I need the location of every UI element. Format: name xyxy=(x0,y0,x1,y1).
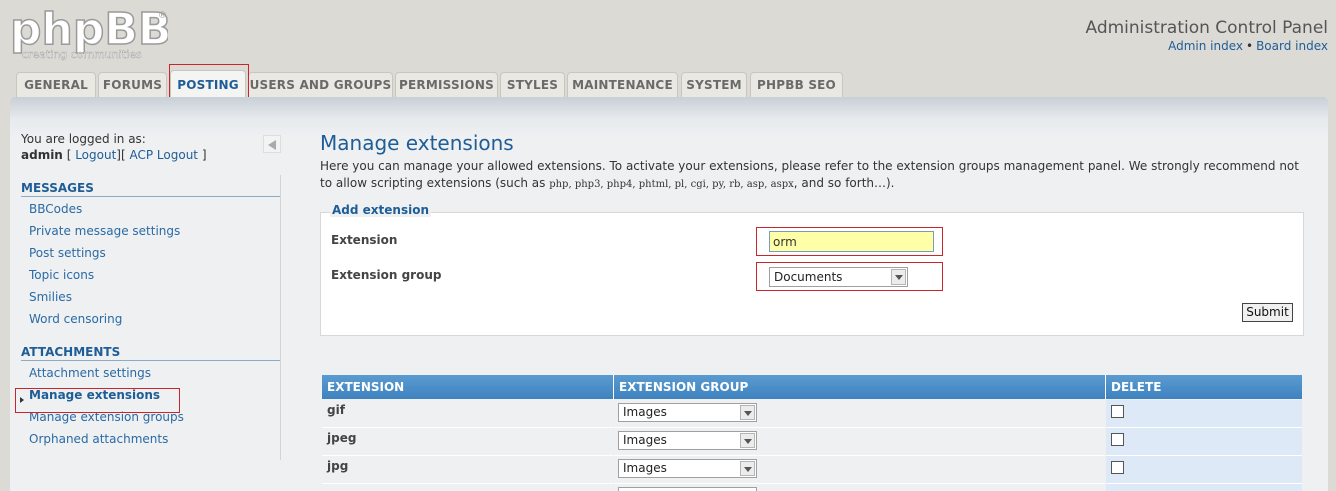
bracket-mid: ][ xyxy=(116,148,126,162)
delete-checkbox[interactable] xyxy=(1111,405,1124,418)
row-group-select[interactable]: Images xyxy=(618,431,757,450)
page-title: Manage extensions xyxy=(320,131,514,155)
chevron-down-icon xyxy=(740,405,755,420)
sidebar-item-topic-icons[interactable]: Topic icons xyxy=(21,264,281,286)
row-delete-cell xyxy=(1106,428,1302,456)
add-extension-legend: Add extension xyxy=(330,203,431,217)
main-content: Manage extensions Here you can manage yo… xyxy=(320,131,1304,193)
row-group-select-partial[interactable] xyxy=(618,487,757,491)
board-index-link[interactable]: Board index xyxy=(1256,39,1328,53)
username: admin xyxy=(21,148,63,162)
acp-title: Administration Control Panel xyxy=(1085,18,1328,38)
row-group-cell: Images xyxy=(614,456,1105,484)
row-group-value: Images xyxy=(623,405,667,419)
extension-group-label: Extension group xyxy=(331,268,442,282)
sidebar-divider xyxy=(280,175,281,460)
tab-phpbb-seo[interactable]: PHPBB SEO xyxy=(750,72,843,98)
sidebar-item-smilies[interactable]: Smilies xyxy=(21,286,281,308)
table-row: jpeg Images xyxy=(322,428,1302,456)
description-suffix: , and so forth…). xyxy=(793,176,895,190)
acp-logout-link[interactable]: ACP Logout xyxy=(130,148,199,162)
row-extension: gif xyxy=(322,400,613,428)
row-group-value: Images xyxy=(623,433,667,447)
header-links: Admin index • Board index xyxy=(1168,39,1328,53)
description-line1: Here you can manage your allowed extensi… xyxy=(320,159,1299,173)
menu-heading-messages: MESSAGES xyxy=(21,181,280,197)
table-row: gif Images xyxy=(322,400,1302,428)
link-separator: • xyxy=(1246,39,1254,53)
sidebar-item-orphaned-attachments[interactable]: Orphaned attachments xyxy=(21,428,281,450)
sidebar-item-private-message-settings[interactable]: Private message settings xyxy=(21,220,281,242)
table-row: jpg Images xyxy=(322,456,1302,484)
phpbb-logo[interactable]: phpBB ® creating communities xyxy=(8,4,168,62)
row-delete-cell xyxy=(1106,456,1302,484)
collapse-sidebar-icon[interactable] xyxy=(263,135,281,153)
admin-index-link[interactable]: Admin index xyxy=(1168,39,1243,53)
svg-text:®: ® xyxy=(158,11,167,21)
tab-forums[interactable]: FORUMS xyxy=(98,72,167,98)
sidebar-item-bbcodes[interactable]: BBCodes xyxy=(21,198,281,220)
tab-general[interactable]: GENERAL xyxy=(16,72,96,98)
row-group-cell-partial xyxy=(614,484,1105,491)
tab-system[interactable]: SYSTEM xyxy=(681,72,747,98)
row-group-select[interactable]: Images xyxy=(618,403,757,422)
row-extension-partial xyxy=(322,484,613,491)
row-group-select[interactable]: Images xyxy=(618,459,757,478)
extension-label: Extension xyxy=(331,233,398,247)
row-group-cell: Images xyxy=(614,428,1105,456)
description-codes: php, php3, php4, phtml, pl, cgi, py, rb,… xyxy=(549,179,794,190)
description-prefix: to allow scripting extensions (such as xyxy=(320,176,550,190)
manage-extensions-highlight xyxy=(15,388,180,413)
bracket-open: [ xyxy=(66,148,72,162)
row-group-value: Images xyxy=(623,461,667,475)
menu-heading-attachments: ATTACHMENTS xyxy=(21,345,280,361)
tab-maintenance[interactable]: MAINTENANCE xyxy=(567,72,678,98)
row-delete-cell-partial xyxy=(1106,484,1302,491)
table-row-partial xyxy=(322,484,1302,491)
row-delete-cell xyxy=(1106,400,1302,428)
header-extension-group: EXTENSION GROUP xyxy=(614,375,1106,399)
extension-group-highlight xyxy=(756,262,943,291)
tab-permissions[interactable]: PERMISSIONS xyxy=(395,72,498,98)
page-description: Here you can manage your allowed extensi… xyxy=(320,158,1304,193)
logged-in-label: You are logged in as: xyxy=(21,132,146,146)
sidebar-item-word-censoring[interactable]: Word censoring xyxy=(21,308,281,330)
logged-in-info: You are logged in as: admin [ Logout][ A… xyxy=(21,131,281,163)
logout-link[interactable]: Logout xyxy=(75,148,116,162)
header-delete: DELETE xyxy=(1111,380,1162,394)
delete-checkbox[interactable] xyxy=(1111,461,1124,474)
row-extension: jpg xyxy=(322,456,613,484)
svg-text:creating communities: creating communities xyxy=(22,48,142,61)
delete-checkbox[interactable] xyxy=(1111,433,1124,446)
extension-input-highlight xyxy=(756,227,943,256)
row-group-cell: Images xyxy=(614,400,1105,428)
submit-button[interactable]: Submit xyxy=(1242,303,1293,322)
row-extension: jpeg xyxy=(322,428,613,456)
chevron-down-icon xyxy=(740,461,755,476)
sidebar-item-attachment-settings[interactable]: Attachment settings xyxy=(21,362,281,384)
table-header: EXTENSION EXTENSION GROUP DELETE xyxy=(322,375,1302,399)
sidebar-item-post-settings[interactable]: Post settings xyxy=(21,242,281,264)
chevron-down-icon xyxy=(740,433,755,448)
tab-users-and-groups[interactable]: USERS AND GROUPS xyxy=(248,72,393,98)
header-extension: EXTENSION xyxy=(322,375,614,399)
bracket-close: ] xyxy=(201,148,207,162)
tab-styles[interactable]: STYLES xyxy=(500,72,565,98)
